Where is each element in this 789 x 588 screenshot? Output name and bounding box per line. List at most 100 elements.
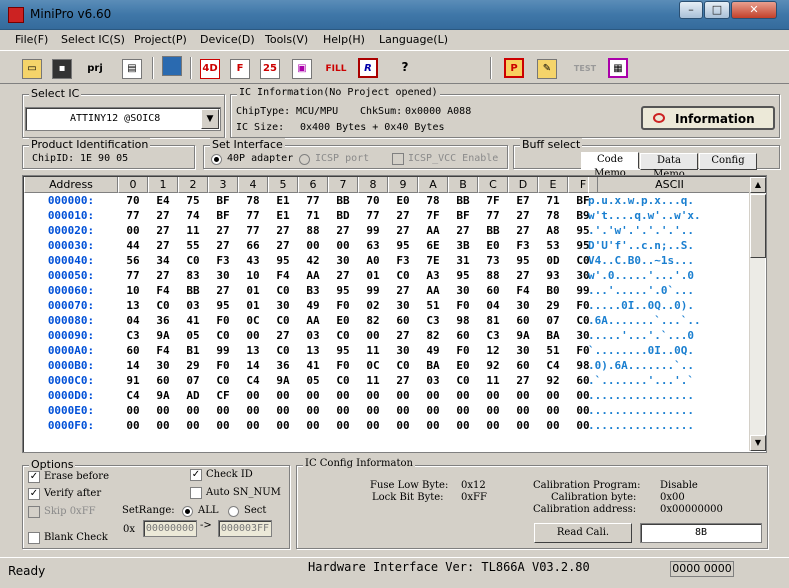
hex-byte-cell[interactable]: 29 [178, 358, 208, 374]
hex-byte-cell[interactable]: 00 [328, 388, 358, 404]
hex-byte-cell[interactable]: 11 [358, 373, 388, 389]
chip-icon[interactable] [160, 56, 184, 80]
hex-byte-cell[interactable]: 9A [508, 328, 538, 344]
hex-byte-cell[interactable]: 30 [388, 298, 418, 314]
hex-byte-cell[interactable]: 00 [538, 418, 568, 434]
hex-byte-cell[interactable]: 60 [508, 313, 538, 329]
hex-byte-cell[interactable]: 27 [388, 283, 418, 299]
hex-byte-cell[interactable]: 99 [358, 223, 388, 239]
hex-byte-cell[interactable]: 30 [208, 268, 238, 284]
hex-byte-cell[interactable]: 27 [148, 268, 178, 284]
ic-select-combo[interactable]: ATTINY12 @SOIC8 ▼ [25, 107, 221, 131]
hex-byte-cell[interactable]: 7E [418, 253, 448, 269]
hex-byte-cell[interactable]: 00 [298, 418, 328, 434]
save-icon[interactable]: ▪ [50, 56, 74, 80]
row-ascii[interactable]: ................ [588, 388, 694, 404]
chevron-down-icon[interactable]: ▼ [201, 109, 219, 129]
hex-byte-cell[interactable]: 49 [298, 298, 328, 314]
hex-byte-cell[interactable]: 77 [298, 193, 328, 209]
radio-range-sect[interactable] [228, 506, 239, 517]
hex-byte-cell[interactable]: 36 [148, 313, 178, 329]
hex-byte-cell[interactable]: F0 [328, 298, 358, 314]
hex-byte-cell[interactable]: 11 [478, 373, 508, 389]
row-ascii[interactable]: .'.'w'.'.'.'.'.. [588, 223, 694, 239]
radio-40p-adapter[interactable] [211, 154, 222, 165]
hex-byte-cell[interactable]: 27 [508, 208, 538, 224]
hex-byte-cell[interactable]: 66 [238, 238, 268, 254]
hex-byte-cell[interactable]: 27 [508, 268, 538, 284]
hex-byte-cell[interactable]: 95 [208, 298, 238, 314]
cali-value-field[interactable]: 8B [640, 523, 762, 543]
hex-byte-cell[interactable]: 00 [508, 418, 538, 434]
hex-byte-cell[interactable]: 10 [118, 283, 148, 299]
hex-byte-cell[interactable]: 00 [328, 418, 358, 434]
row-ascii[interactable]: `........0I..0Q. [588, 343, 694, 359]
hex-byte-cell[interactable]: 14 [238, 358, 268, 374]
hex-byte-cell[interactable]: 83 [178, 268, 208, 284]
hex-byte-cell[interactable]: 78 [238, 193, 268, 209]
hex-byte-cell[interactable]: C0 [328, 373, 358, 389]
hex-byte-cell[interactable]: F4 [148, 283, 178, 299]
hex-byte-cell[interactable]: 27 [268, 328, 298, 344]
hex-byte-cell[interactable]: C0 [448, 373, 478, 389]
erase-before-checkbox[interactable]: ✓ [28, 471, 40, 483]
row-ascii[interactable]: ................ [588, 403, 694, 419]
range-end-field[interactable]: 000003FF [218, 520, 272, 537]
hex-byte-cell[interactable]: 77 [358, 208, 388, 224]
hex-byte-cell[interactable]: C4 [538, 358, 568, 374]
hex-byte-cell[interactable]: A3 [418, 268, 448, 284]
hex-byte-cell[interactable]: BF [208, 193, 238, 209]
hex-byte-cell[interactable]: 00 [238, 418, 268, 434]
hex-byte-cell[interactable]: 00 [178, 418, 208, 434]
hex-byte-cell[interactable]: 00 [418, 388, 448, 404]
hex-byte-cell[interactable]: 00 [448, 403, 478, 419]
hex-byte-cell[interactable]: 6E [418, 238, 448, 254]
blank-check-checkbox[interactable] [28, 532, 40, 544]
hex-byte-cell[interactable]: 60 [148, 373, 178, 389]
hex-byte-cell[interactable]: C0 [328, 328, 358, 344]
hex-byte-cell[interactable]: 88 [478, 268, 508, 284]
hex-byte-cell[interactable]: AA [298, 268, 328, 284]
read-cali-button[interactable]: Read Cali. [534, 523, 632, 543]
hex-byte-cell[interactable]: F4 [508, 283, 538, 299]
hex-byte-cell[interactable]: 00 [238, 328, 268, 344]
hex-byte-cell[interactable]: 82 [418, 328, 448, 344]
hex-byte-cell[interactable]: AA [418, 223, 448, 239]
hex-byte-cell[interactable]: AA [418, 283, 448, 299]
erase-icon[interactable]: F [228, 56, 252, 80]
hex-byte-cell[interactable]: 0C [238, 313, 268, 329]
hex-byte-cell[interactable]: 01 [358, 268, 388, 284]
hex-byte-cell[interactable]: 27 [328, 268, 358, 284]
hex-byte-cell[interactable]: 00 [508, 403, 538, 419]
hex-byte-cell[interactable]: C4 [238, 373, 268, 389]
hex-byte-cell[interactable]: C0 [268, 343, 298, 359]
hex-byte-cell[interactable]: 11 [178, 223, 208, 239]
hex-byte-cell[interactable]: F3 [508, 238, 538, 254]
hex-byte-cell[interactable]: 30 [388, 343, 418, 359]
auto-sn-checkbox[interactable] [190, 487, 202, 499]
tab-code-memo[interactable]: Code Memo [581, 152, 639, 179]
hex-byte-cell[interactable]: 01 [238, 283, 268, 299]
hex-byte-cell[interactable]: C3 [478, 328, 508, 344]
hex-byte-cell[interactable]: 9A [148, 328, 178, 344]
hex-byte-cell[interactable]: AD [178, 388, 208, 404]
hex-byte-cell[interactable]: 78 [538, 208, 568, 224]
hex-byte-cell[interactable]: 91 [118, 373, 148, 389]
hex-byte-cell[interactable]: BB [448, 193, 478, 209]
menu-tools[interactable]: Tools(V) [265, 33, 308, 46]
hex-byte-cell[interactable]: BA [538, 328, 568, 344]
hex-byte-cell[interactable]: 3B [448, 238, 478, 254]
hex-byte-cell[interactable]: 00 [298, 238, 328, 254]
hex-byte-cell[interactable]: C0 [388, 358, 418, 374]
hex-byte-cell[interactable]: C0 [388, 268, 418, 284]
hex-byte-cell[interactable]: 05 [298, 373, 328, 389]
hex-byte-cell[interactable]: 31 [448, 253, 478, 269]
hex-byte-cell[interactable]: 00 [328, 403, 358, 419]
hex-byte-cell[interactable]: C0 [148, 298, 178, 314]
hex-byte-cell[interactable]: F4 [148, 343, 178, 359]
hex-byte-cell[interactable]: 74 [178, 208, 208, 224]
hex-byte-cell[interactable]: 60 [448, 328, 478, 344]
hex-byte-cell[interactable]: 27 [508, 223, 538, 239]
hex-byte-cell[interactable]: 00 [388, 418, 418, 434]
hex-byte-cell[interactable]: 00 [268, 388, 298, 404]
